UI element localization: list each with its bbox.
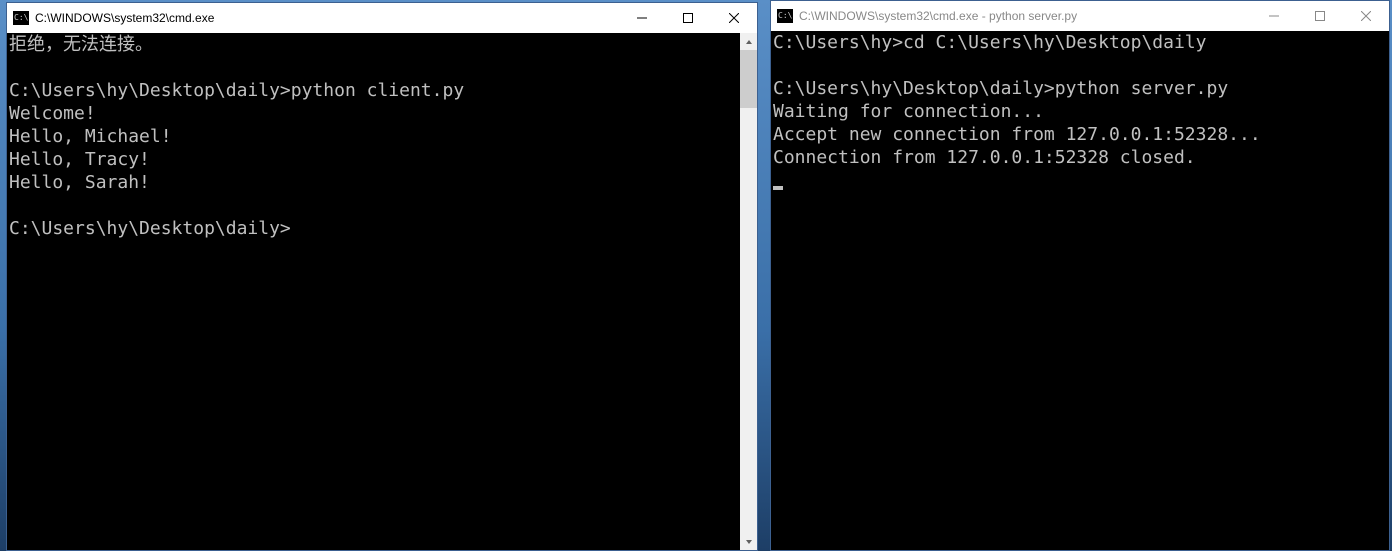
window-controls bbox=[619, 3, 757, 33]
window-title: C:\WINDOWS\system32\cmd.exe bbox=[35, 11, 214, 25]
scroll-track[interactable] bbox=[740, 50, 757, 533]
window-title: C:\WINDOWS\system32\cmd.exe - python ser… bbox=[799, 9, 1077, 23]
cmd-window-client: C:\ C:\WINDOWS\system32\cmd.exe 拒绝，无法连接。… bbox=[6, 2, 758, 551]
terminal-text: C:\Users\hy>cd C:\Users\hy\Desktop\daily… bbox=[773, 31, 1387, 169]
terminal-output[interactable]: 拒绝，无法连接。 C:\Users\hy\Desktop\daily>pytho… bbox=[7, 33, 757, 550]
close-button[interactable] bbox=[1343, 1, 1389, 31]
window-controls bbox=[1251, 1, 1389, 31]
scroll-up-button[interactable] bbox=[740, 33, 757, 50]
scroll-thumb[interactable] bbox=[740, 50, 757, 108]
maximize-button[interactable] bbox=[1297, 1, 1343, 31]
cmd-icon: C:\ bbox=[13, 11, 29, 25]
terminal-text: 拒绝，无法连接。 C:\Users\hy\Desktop\daily>pytho… bbox=[9, 33, 755, 240]
minimize-button[interactable] bbox=[619, 3, 665, 33]
cmd-window-server: C:\ C:\WINDOWS\system32\cmd.exe - python… bbox=[770, 0, 1390, 551]
close-button[interactable] bbox=[711, 3, 757, 33]
titlebar[interactable]: C:\ C:\WINDOWS\system32\cmd.exe - python… bbox=[771, 1, 1389, 31]
cursor bbox=[773, 186, 783, 190]
scrollbar[interactable] bbox=[740, 33, 757, 550]
maximize-button[interactable] bbox=[665, 3, 711, 33]
cmd-icon: C:\ bbox=[777, 9, 793, 23]
minimize-button[interactable] bbox=[1251, 1, 1297, 31]
terminal-output[interactable]: C:\Users\hy>cd C:\Users\hy\Desktop\daily… bbox=[771, 31, 1389, 550]
scroll-down-button[interactable] bbox=[740, 533, 757, 550]
titlebar[interactable]: C:\ C:\WINDOWS\system32\cmd.exe bbox=[7, 3, 757, 33]
